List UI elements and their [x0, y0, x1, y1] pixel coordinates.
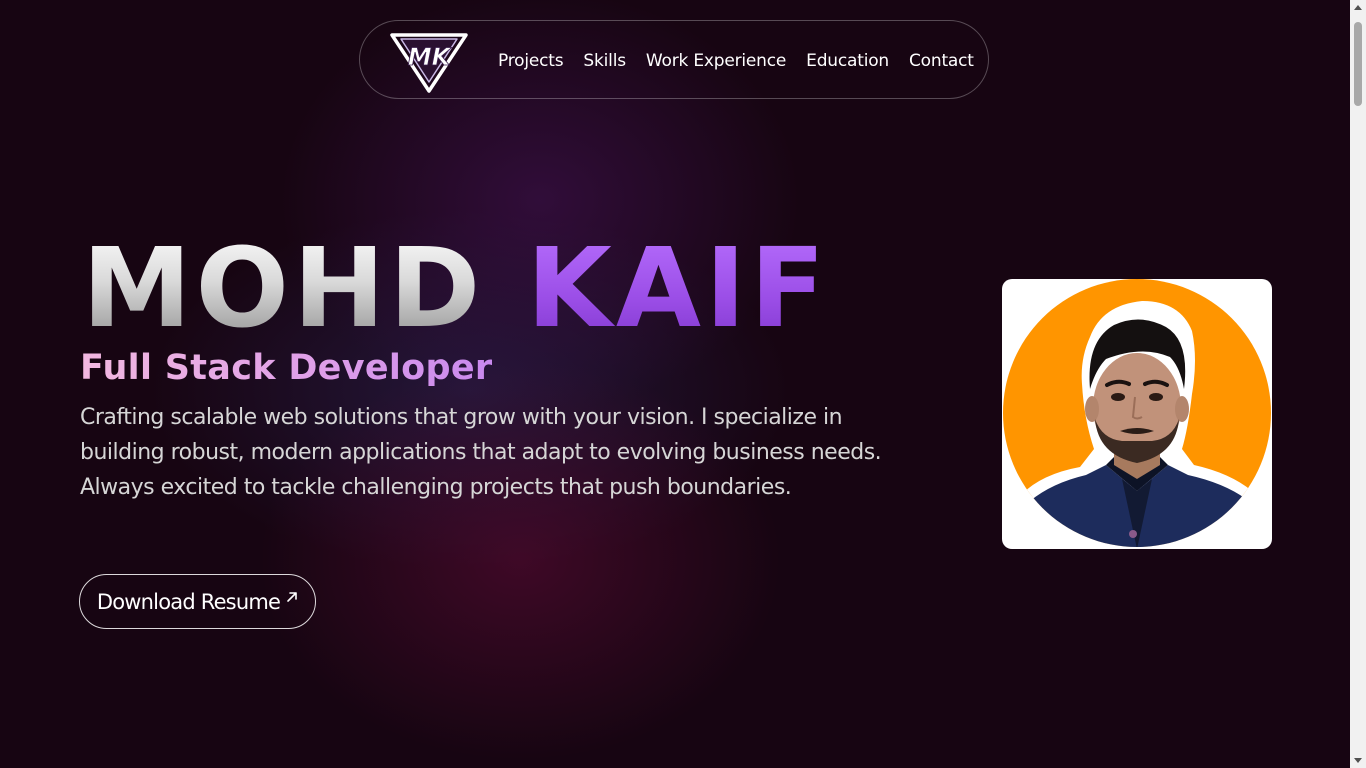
download-resume-button[interactable]: Download Resume — [79, 574, 316, 629]
nav-link-education[interactable]: Education — [806, 51, 889, 71]
arrow-up-right-icon — [287, 591, 297, 602]
svg-text:MK: MK — [408, 43, 453, 71]
nav-links: Projects Skills Work Experience Educatio… — [498, 21, 974, 100]
nav-link-skills[interactable]: Skills — [583, 51, 626, 71]
profile-photo-card — [1002, 279, 1272, 549]
nav-link-projects[interactable]: Projects — [498, 51, 564, 71]
mk-logo-icon[interactable]: MK — [390, 27, 468, 93]
hero-first-name: MOHD — [82, 224, 485, 352]
hero-name: MOHD KAIF — [82, 228, 829, 348]
nav-link-contact[interactable]: Contact — [909, 51, 974, 71]
download-resume-label: Download Resume — [96, 589, 281, 614]
profile-photo — [1003, 279, 1271, 547]
top-navigation: MK Projects Skills Work Experience Educa… — [359, 20, 989, 99]
hero-last-name: KAIF — [526, 224, 830, 352]
scrollbar-thumb[interactable] — [1354, 22, 1362, 106]
scroll-up-icon[interactable] — [1354, 5, 1362, 10]
nav-link-work-experience[interactable]: Work Experience — [646, 51, 786, 71]
page-scrollbar[interactable] — [1350, 0, 1366, 768]
hero-bio: Crafting scalable web solutions that gro… — [80, 405, 882, 500]
scroll-down-icon[interactable] — [1354, 758, 1362, 763]
hero-role: Full Stack Developer — [80, 348, 493, 388]
